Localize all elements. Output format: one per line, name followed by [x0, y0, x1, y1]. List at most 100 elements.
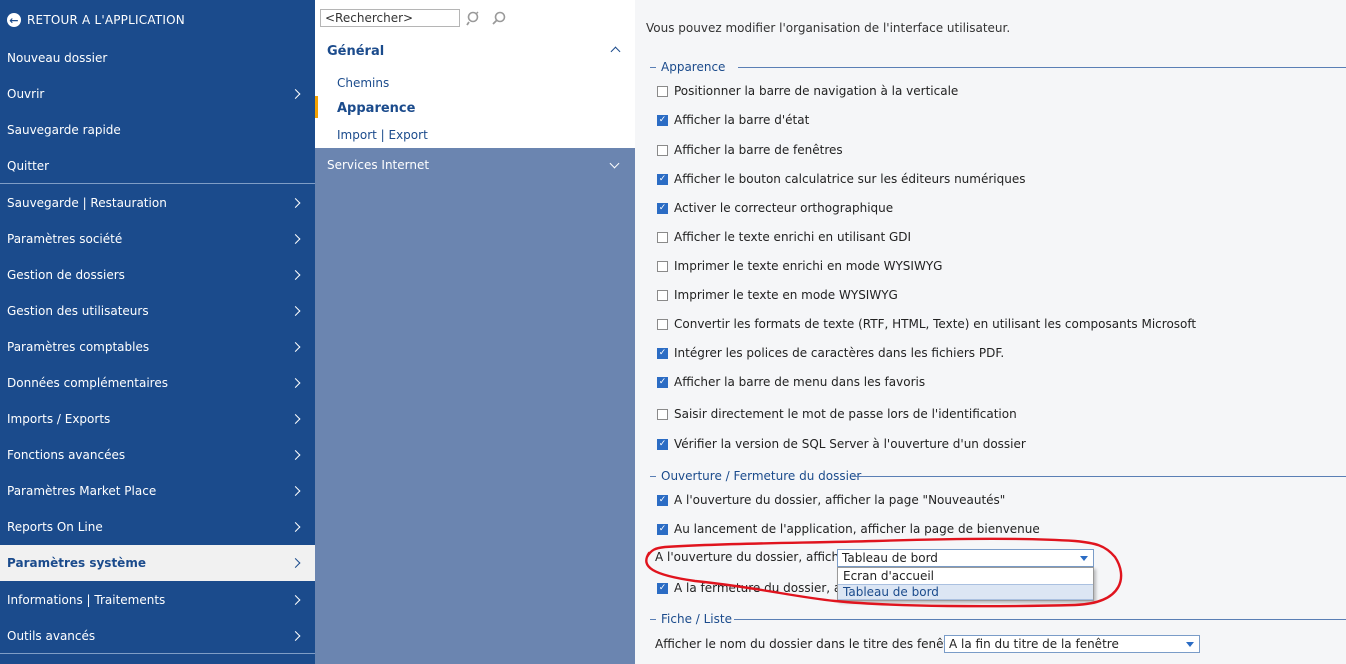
menu-item-parametres-market-place[interactable]: Paramètres Market Place	[0, 473, 315, 509]
chevron-right-icon	[290, 450, 301, 460]
nav-item-apparence[interactable]: Apparence	[337, 101, 415, 116]
menu-item-reports-on-line[interactable]: Reports On Line	[0, 509, 315, 545]
chevron-right-icon	[290, 342, 301, 352]
menu-divider	[0, 183, 315, 184]
checkbox-icon: ✓	[657, 347, 668, 359]
nav-item-chemins[interactable]: Chemins	[337, 76, 389, 90]
settings-nav: Général Chemins Apparence Import | Expor…	[315, 0, 635, 664]
checkbox-icon: ✓	[657, 202, 668, 214]
option-label: Activer le correcteur orthographique	[674, 201, 894, 215]
menu-item-parametres-comptables[interactable]: Paramètres comptables	[0, 329, 315, 365]
settings-content: Vous pouvez modifier l'organisation de l…	[635, 0, 1346, 664]
checkbox-icon	[657, 408, 668, 420]
back-to-app-button[interactable]: ← RETOUR A L'APPLICATION	[0, 4, 315, 36]
chevron-right-icon	[290, 306, 301, 316]
option-label: Au lancement de l'application, afficher …	[674, 522, 1040, 536]
menu-item-sauvegarde-restauration[interactable]: Sauvegarde | Restauration	[0, 185, 315, 221]
chevron-right-icon	[290, 558, 301, 568]
menu-item-gestion-de-dossiers[interactable]: Gestion de dossiers	[0, 257, 315, 293]
menu-item-informations-traitements[interactable]: Informations | Traitements	[0, 582, 315, 618]
option-checkbox[interactable]: ✓ Afficher le bouton calculatrice sur les…	[657, 171, 1025, 187]
menu-item-imports-exports[interactable]: Imports / Exports	[0, 401, 315, 437]
option-checkbox[interactable]: Positionner la barre de navigation à la …	[657, 83, 958, 99]
menu-item-label: Paramètres système	[7, 556, 146, 570]
menu-item-label: Nouveau dossier	[7, 51, 108, 65]
menu-item-label: Gestion des utilisateurs	[7, 304, 149, 318]
option-checkbox[interactable]: Imprimer le texte enrichi en mode WYSIWY…	[657, 258, 942, 274]
option-checkbox[interactable]: ✓ Activer le correcteur orthographique	[657, 200, 893, 216]
menu-item-label: Gestion de dossiers	[7, 268, 125, 282]
menu-item-gestion-des-utilisateurs[interactable]: Gestion des utilisateurs	[0, 293, 315, 329]
option-checkbox[interactable]: Imprimer le texte en mode WYSIWYG	[657, 287, 898, 303]
menu-item-ouvrir[interactable]: Ouvrir	[0, 76, 315, 112]
backstage-menu: ← RETOUR A L'APPLICATION Nouveau dossier…	[0, 0, 315, 664]
checkbox-icon: ✓	[657, 173, 668, 185]
chevron-up-icon[interactable]	[610, 46, 621, 57]
menu-item-parametres-systeme[interactable]: Paramètres système	[0, 545, 315, 581]
option-checkbox[interactable]: ✓ Afficher la barre d'état	[657, 112, 809, 128]
menu-item-label: Fonctions avancées	[7, 448, 126, 462]
menu-item-label: Paramètres comptables	[7, 340, 150, 354]
chevron-right-icon	[290, 89, 301, 99]
menu-item-label: Ouvrir	[7, 87, 45, 101]
menu-item-donnees-complementaires[interactable]: Données complémentaires	[0, 365, 315, 401]
search-next-icon[interactable]	[491, 10, 507, 26]
dropdown-arrow-icon	[1186, 642, 1194, 647]
option-label: Afficher la barre de menu dans les favor…	[674, 375, 926, 389]
chevron-right-icon	[290, 378, 301, 388]
section-title: Apparence	[661, 60, 730, 74]
option-label: Positionner la barre de navigation à la …	[674, 84, 959, 98]
checkbox-icon	[657, 144, 668, 156]
menu-item-label: Sauvegarde rapide	[7, 123, 121, 137]
menu-item-label: Paramètres société	[7, 232, 123, 246]
option-label: Convertir les formats de texte (RTF, HTM…	[674, 317, 1197, 331]
chevron-right-icon	[290, 631, 301, 641]
option-checkbox[interactable]: Afficher la barre de fenêtres	[657, 142, 843, 158]
menu-item-outils-avances[interactable]: Outils avancés	[0, 618, 315, 654]
section-ouverture: Ouverture / Fermeture du dossier	[650, 469, 1346, 483]
group-title-general[interactable]: Général	[327, 44, 384, 59]
option-label: A l'ouverture du dossier, afficher la pa…	[674, 493, 1006, 507]
section-apparence: Apparence	[650, 60, 1346, 74]
checkbox-icon: ✓	[657, 438, 668, 450]
chevron-right-icon	[290, 198, 301, 208]
option-label: Intégrer les polices de caractères dans …	[674, 346, 1005, 360]
chevron-right-icon	[290, 486, 301, 496]
menu-item-label: Paramètres Market Place	[7, 484, 157, 498]
search-input[interactable]	[320, 9, 460, 27]
menu-item-parametres-societe[interactable]: Paramètres société	[0, 221, 315, 257]
option-label: Afficher la barre d'état	[674, 113, 810, 127]
search-icon[interactable]	[466, 10, 482, 26]
menu-item-label: Outils avancés	[7, 629, 96, 643]
option-checkbox[interactable]: Convertir les formats de texte (RTF, HTM…	[657, 316, 1196, 332]
option-checkbox[interactable]: ✓ A l'ouverture du dossier, afficher la p…	[657, 492, 1005, 508]
menu-item-fonctions-avancees[interactable]: Fonctions avancées	[0, 437, 315, 473]
chevron-right-icon	[290, 234, 301, 244]
menu-item-label: Sauvegarde | Restauration	[7, 196, 167, 210]
checkbox-icon	[657, 289, 668, 301]
option-checkbox[interactable]: ✓ Intégrer les polices de caractères dans…	[657, 345, 1004, 361]
option-checkbox[interactable]: ✓ Vérifier la version de SQL Server à l'o…	[657, 436, 1026, 452]
menu-item-sauvegarde-rapide[interactable]: Sauvegarde rapide	[0, 112, 315, 148]
option-label: Afficher la barre de fenêtres	[674, 143, 843, 157]
window-title-label: Afficher le nom du dossier dans le titre…	[655, 637, 967, 651]
section-fiche-liste: Fiche / Liste	[650, 612, 1346, 626]
option-label: Vérifier la version de SQL Server à l'ou…	[674, 437, 1026, 451]
nav-item-import-export[interactable]: Import | Export	[337, 128, 428, 142]
chevron-right-icon	[290, 270, 301, 280]
group-title-services-internet[interactable]: Services Internet	[327, 158, 429, 172]
menu-item-label: Données complémentaires	[7, 376, 168, 390]
section-title: Fiche / Liste	[661, 612, 736, 626]
option-checkbox[interactable]: Saisir directement le mot de passe lors …	[657, 406, 1017, 422]
menu-item-quitter[interactable]: Quitter	[0, 148, 315, 184]
option-checkbox[interactable]: Afficher le texte enrichi en utilisant G…	[657, 229, 911, 245]
checkbox-icon	[657, 231, 668, 243]
checkbox-icon: ✓	[657, 114, 668, 126]
option-checkbox[interactable]: ✓ Afficher la barre de menu dans les favo…	[657, 374, 925, 390]
chevron-down-icon[interactable]	[609, 158, 620, 169]
window-title-select[interactable]: A la fin du titre de la fenêtre	[944, 635, 1200, 653]
option-label: Imprimer le texte en mode WYSIWYG	[674, 288, 898, 302]
menu-item-nouveau-dossier[interactable]: Nouveau dossier	[0, 40, 315, 76]
menu-item-label: Imports / Exports	[7, 412, 111, 426]
option-label: Afficher le texte enrichi en utilisant G…	[674, 230, 912, 244]
